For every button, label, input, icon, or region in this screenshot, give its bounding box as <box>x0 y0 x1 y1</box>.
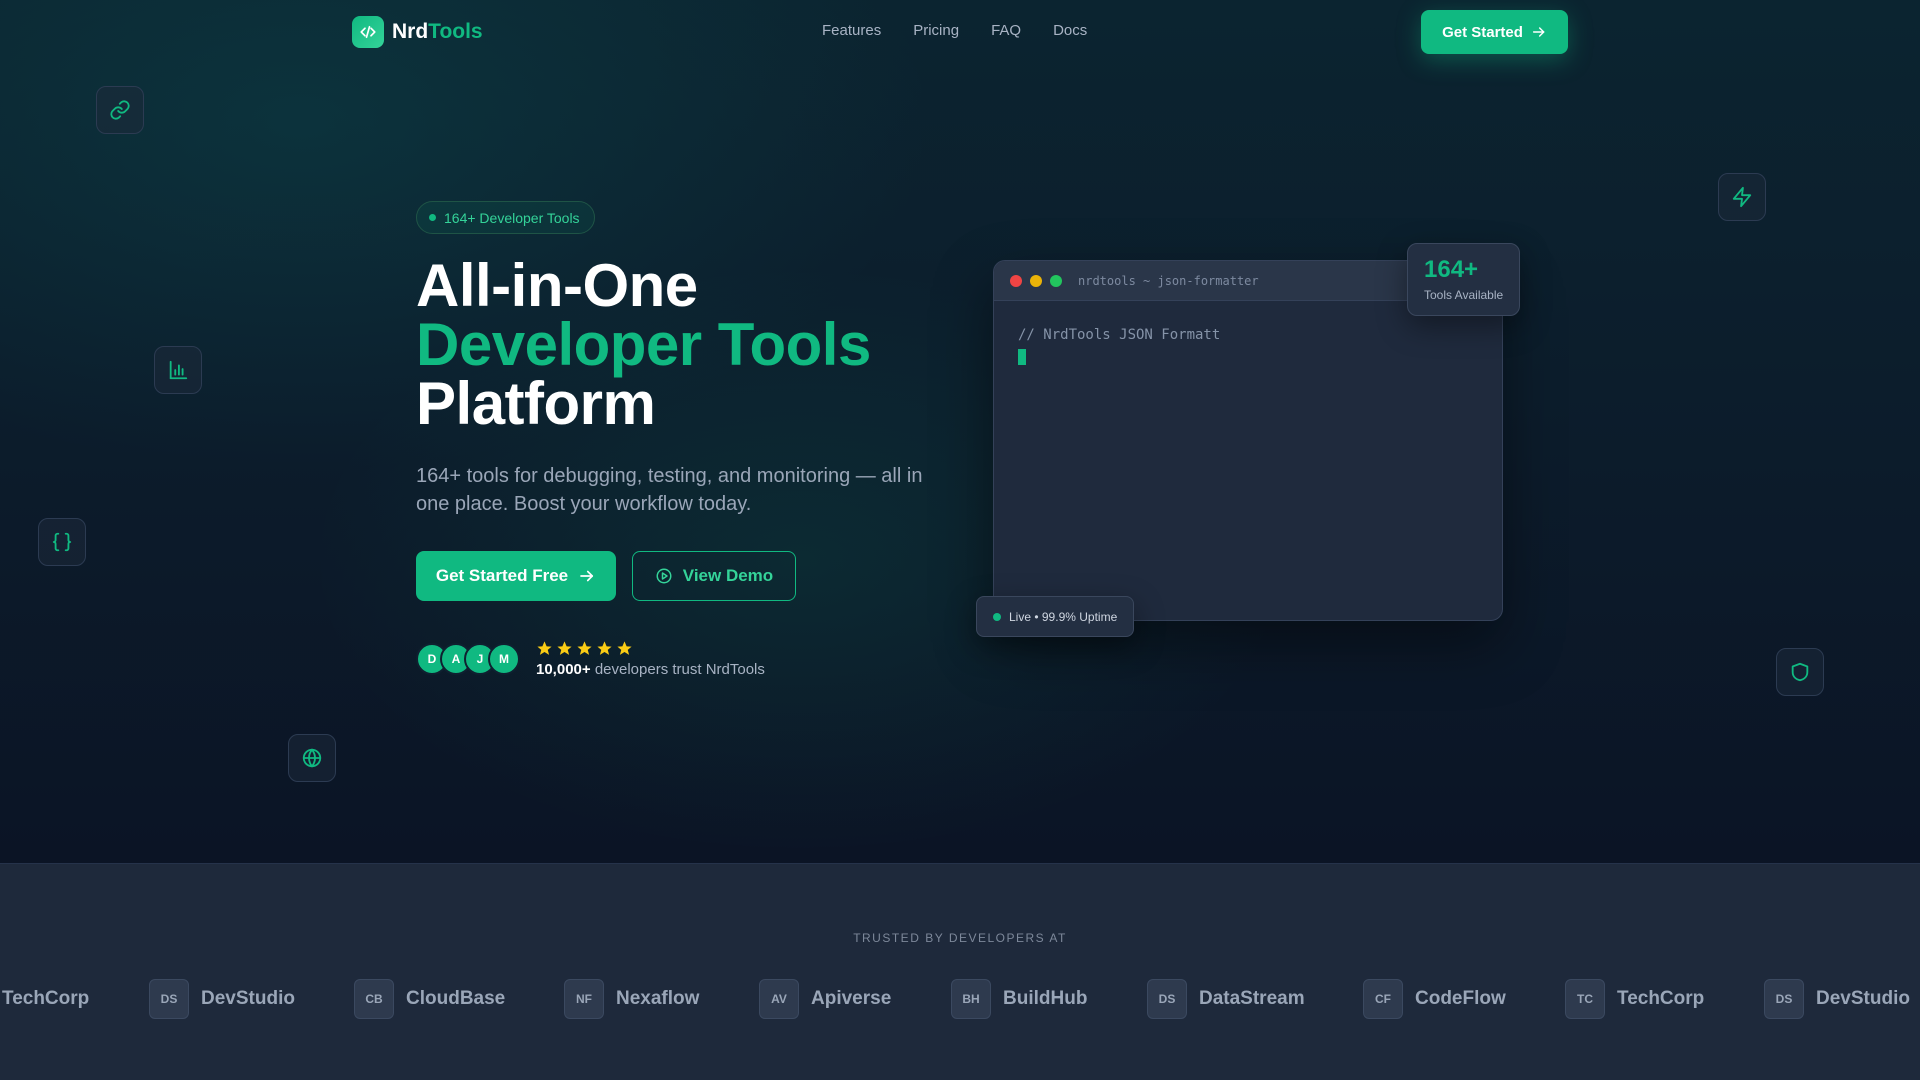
uptime-badge: Live • 99.9% Uptime <box>976 596 1134 637</box>
get-started-free-label: Get Started Free <box>435 566 569 585</box>
company-logo: CF CodeFlow <box>1363 979 1506 1019</box>
company-abbr: DS <box>149 979 189 1019</box>
zap-icon <box>1718 173 1766 221</box>
star-icon <box>617 641 632 655</box>
trust-text: 10,000+ developers trust NrdTools <box>536 661 765 678</box>
trust-description: developers trust NrdTools <box>594 661 765 678</box>
company-name: CloudBase <box>406 988 506 1009</box>
code-window-title: nrdtools ~ json-formatter <box>1078 273 1259 288</box>
company-logo: AV Apiverse <box>759 979 891 1019</box>
company-abbr: CF <box>1363 979 1403 1019</box>
brand-logo[interactable]: NrdTools <box>352 16 483 48</box>
get-started-free-button[interactable]: Get Started Free <box>416 551 616 601</box>
company-logo: DS DevStudio <box>149 979 295 1019</box>
company-abbr: DS <box>1764 979 1804 1019</box>
company-name: DevStudio <box>1816 988 1910 1009</box>
company-logo: DS DataStream <box>1147 979 1305 1019</box>
company-abbr: DS <box>1147 979 1187 1019</box>
nav-link-pricing[interactable]: Pricing <box>913 22 959 39</box>
company-name: DevStudio <box>201 988 295 1009</box>
text-cursor <box>1018 349 1026 365</box>
code-line: // NrdTools JSON Formatt <box>1018 327 1221 343</box>
bar-chart-icon <box>154 346 202 394</box>
company-logo-strip: TechCorp DS DevStudio CB CloudBase NF Ne… <box>0 979 1920 1019</box>
company-name: Nexaflow <box>616 988 700 1009</box>
nav-get-started-label: Get Started <box>1442 23 1523 41</box>
company-abbr: CB <box>354 979 394 1019</box>
star-icon <box>557 641 572 655</box>
company-abbr: NF <box>564 979 604 1019</box>
brand-name: NrdTools <box>392 20 483 43</box>
shield-icon <box>1776 648 1824 696</box>
hero-badge-label: 164+ Developer Tools <box>444 209 580 226</box>
hero-subtitle: 164+ tools for debugging, testing, and m… <box>416 465 923 515</box>
company-logo-partial: TechCorp <box>2 979 89 1019</box>
headline-line-1: All-in-One <box>416 252 698 319</box>
curly-braces-icon <box>38 518 86 566</box>
nav-link-features[interactable]: Features <box>822 22 881 39</box>
view-demo-button[interactable]: View Demo <box>632 551 796 601</box>
company-logo: DS DevStudio <box>1764 979 1910 1019</box>
company-name: CodeFlow <box>1415 988 1506 1009</box>
company-abbr: AV <box>759 979 799 1019</box>
nav-link-faq[interactable]: FAQ <box>991 22 1021 39</box>
badge-dot <box>429 214 436 221</box>
star-icon <box>577 641 592 655</box>
view-demo-label: View Demo <box>682 566 774 585</box>
nav-links: Features Pricing FAQ Docs <box>822 22 1087 39</box>
company-logo: NF Nexaflow <box>564 979 699 1019</box>
arrow-right-icon <box>580 570 594 582</box>
avatar-group: D A J M <box>416 643 520 675</box>
uptime-text: Live • 99.9% Uptime <box>1009 609 1118 624</box>
company-name: TechCorp <box>1617 988 1705 1009</box>
company-logo: TC TechCorp <box>1565 979 1704 1019</box>
tools-stat-card: 164+ Tools Available <box>1407 243 1520 316</box>
code-brackets-icon <box>352 16 384 48</box>
company-abbr: BH <box>951 979 991 1019</box>
trusted-by-label: TRUSTED BY DEVELOPERS AT <box>853 931 1067 945</box>
company-name: Apiverse <box>811 988 892 1009</box>
company-name: DataStream <box>1199 988 1305 1009</box>
company-abbr: TC <box>1565 979 1605 1019</box>
arrow-right-icon <box>1532 27 1545 37</box>
company-logo: BH BuildHub <box>951 979 1087 1019</box>
star-icon <box>597 641 612 655</box>
window-close-dot[interactable] <box>1010 274 1022 287</box>
star-icon <box>537 641 552 655</box>
link-icon <box>96 86 144 134</box>
avatar: M <box>488 643 520 675</box>
nav-get-started-button[interactable]: Get Started <box>1421 10 1568 54</box>
company-logo: CB CloudBase <box>354 979 505 1019</box>
tools-stat-label: Tools Available <box>1424 288 1504 302</box>
nav-link-docs[interactable]: Docs <box>1053 22 1087 39</box>
trust-count: 10,000+ <box>536 661 591 678</box>
tools-stat-value: 164+ <box>1424 256 1479 283</box>
hero-section: NrdTools Features Pricing FAQ Docs Get S… <box>0 0 1920 864</box>
window-minimize-dot[interactable] <box>1030 274 1042 287</box>
company-name: BuildHub <box>1003 988 1088 1009</box>
hero-headline: All-in-One Developer Tools Platform <box>416 252 871 437</box>
headline-line-3: Platform <box>416 370 656 437</box>
live-status-dot <box>993 612 1001 621</box>
headline-line-2: Developer Tools <box>416 311 871 378</box>
window-maximize-dot[interactable] <box>1050 274 1062 287</box>
rating-stars <box>536 640 633 657</box>
company-name: TechCorp <box>2 988 90 1009</box>
globe-icon <box>288 734 336 782</box>
play-circle-icon <box>656 568 672 584</box>
hero-badge: 164+ Developer Tools <box>416 201 595 234</box>
